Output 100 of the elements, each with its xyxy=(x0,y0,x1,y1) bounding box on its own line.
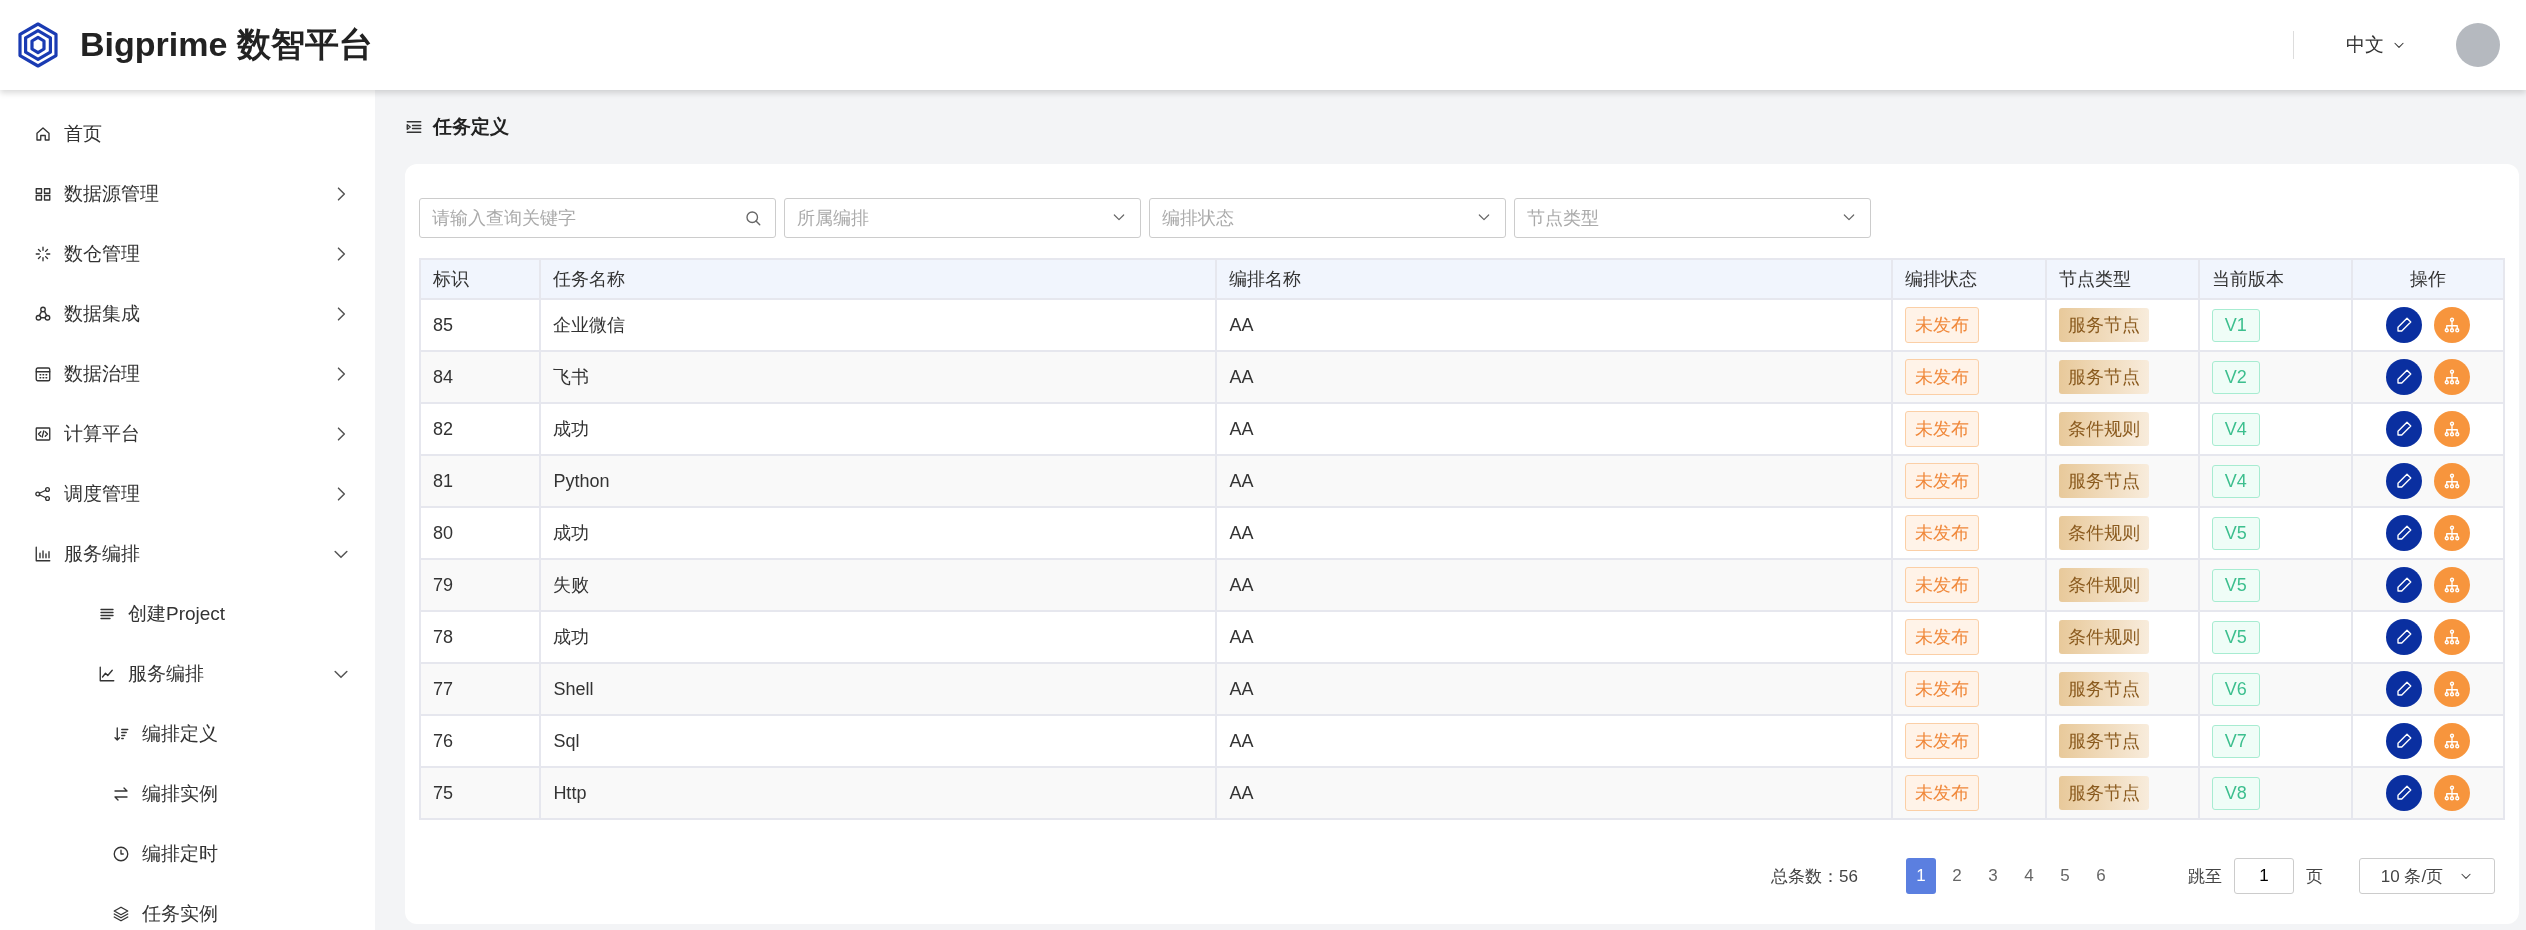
page-button[interactable]: 6 xyxy=(2086,858,2116,894)
status-tag: 未发布 xyxy=(1905,411,1980,447)
table-cell: 84 xyxy=(420,351,541,403)
select-field[interactable]: 节点类型 xyxy=(1514,198,1871,238)
sidebar-item[interactable]: 计算平台 xyxy=(0,404,375,464)
node-type-tag: 服务节点 xyxy=(2058,776,2149,810)
database-icon xyxy=(34,185,52,203)
edit-button[interactable] xyxy=(2386,307,2423,343)
edit-button[interactable] xyxy=(2386,775,2423,811)
pencil-icon xyxy=(2395,732,2414,750)
select-field[interactable]: 编排状态 xyxy=(1149,198,1506,238)
status-tag: 未发布 xyxy=(1905,307,1980,343)
column-header: 编排名称 xyxy=(1216,259,1893,299)
search-icon xyxy=(744,209,762,227)
edit-button[interactable] xyxy=(2386,619,2423,655)
edit-button[interactable] xyxy=(2386,515,2423,551)
hierarchy-button[interactable] xyxy=(2434,567,2471,603)
table-cell: 79 xyxy=(420,559,541,611)
sidebar-item[interactable]: 编排实例 xyxy=(0,764,375,824)
table-cell: AA xyxy=(1216,455,1893,507)
language-selector[interactable]: 中文 xyxy=(2340,28,2412,62)
sidebar-item[interactable]: 数据治理 xyxy=(0,344,375,404)
pencil-icon xyxy=(2395,784,2414,802)
page-unit-label: 页 xyxy=(2306,865,2323,888)
hierarchy-icon xyxy=(2443,316,2462,334)
edit-button[interactable] xyxy=(2386,463,2423,499)
sidebar-item[interactable]: 首页 xyxy=(0,104,375,164)
hierarchy-button[interactable] xyxy=(2434,723,2471,759)
hierarchy-icon xyxy=(2443,732,2462,750)
page-title: 任务定义 xyxy=(433,115,509,139)
indent-icon xyxy=(405,118,423,136)
bar-chart-icon xyxy=(34,545,52,563)
select-field[interactable]: 所属编排 xyxy=(784,198,1141,238)
page-button[interactable]: 2 xyxy=(1942,858,1972,894)
sidebar-item[interactable]: 编排定时 xyxy=(0,824,375,884)
sidebar-item[interactable]: 数仓管理 xyxy=(0,224,375,284)
version-tag: V5 xyxy=(2211,568,2260,602)
hierarchy-icon xyxy=(2443,680,2462,698)
sidebar-item[interactable]: 服务编排 xyxy=(0,644,375,704)
hierarchy-button[interactable] xyxy=(2434,463,2471,499)
page-size-selector[interactable]: 10 条/页 xyxy=(2359,858,2495,894)
column-header: 操作 xyxy=(2352,259,2504,299)
line-chart-icon xyxy=(98,665,116,683)
page-button[interactable]: 3 xyxy=(1978,858,2008,894)
code-icon xyxy=(34,425,52,443)
page-button[interactable]: 1 xyxy=(1906,858,1936,894)
version-tag: V4 xyxy=(2211,412,2260,446)
table-cell: 77 xyxy=(420,663,541,715)
nodes-icon xyxy=(34,305,52,323)
user-avatar[interactable] xyxy=(2456,23,2500,67)
sidebar-item[interactable]: 创建Project xyxy=(0,584,375,644)
page-button[interactable]: 5 xyxy=(2050,858,2080,894)
pencil-icon xyxy=(2395,628,2414,646)
sidebar-item[interactable]: 调度管理 xyxy=(0,464,375,524)
hierarchy-button[interactable] xyxy=(2434,359,2471,395)
jump-label: 跳至 xyxy=(2188,865,2222,888)
hierarchy-button[interactable] xyxy=(2434,671,2471,707)
table-cell: 81 xyxy=(420,455,541,507)
clock-icon xyxy=(112,845,130,863)
version-tag: V4 xyxy=(2211,464,2260,498)
edit-button[interactable] xyxy=(2386,411,2423,447)
search-field[interactable]: 请输入查询关键字 xyxy=(419,198,776,238)
status-tag: 未发布 xyxy=(1905,359,1980,395)
pencil-icon xyxy=(2395,680,2414,698)
hierarchy-button[interactable] xyxy=(2434,775,2471,811)
node-type-tag: 服务节点 xyxy=(2058,360,2149,394)
table-cell: Python xyxy=(540,455,1217,507)
edit-button[interactable] xyxy=(2386,359,2423,395)
status-tag: 未发布 xyxy=(1905,775,1980,811)
sidebar-item[interactable]: 数据集成 xyxy=(0,284,375,344)
sidebar-item[interactable]: 编排定义 xyxy=(0,704,375,764)
hierarchy-button[interactable] xyxy=(2434,619,2471,655)
status-tag: 未发布 xyxy=(1905,723,1980,759)
edit-button[interactable] xyxy=(2386,671,2423,707)
table-cell: AA xyxy=(1216,663,1893,715)
hierarchy-icon xyxy=(2443,576,2462,594)
hierarchy-icon xyxy=(2443,368,2462,386)
table-cell: 失败 xyxy=(540,559,1217,611)
hierarchy-button[interactable] xyxy=(2434,515,2471,551)
pencil-icon xyxy=(2395,472,2414,490)
page-button[interactable]: 4 xyxy=(2014,858,2044,894)
table-cell: AA xyxy=(1216,559,1893,611)
node-type-tag: 条件规则 xyxy=(2058,412,2149,446)
pencil-icon xyxy=(2395,420,2414,438)
sidebar-item[interactable]: 服务编排 xyxy=(0,524,375,584)
edit-button[interactable] xyxy=(2386,723,2423,759)
hierarchy-button[interactable] xyxy=(2434,411,2471,447)
node-type-tag: 服务节点 xyxy=(2058,724,2149,758)
column-header: 当前版本 xyxy=(2198,259,2353,299)
version-tag: V2 xyxy=(2211,360,2260,394)
page-jump-field[interactable]: 1 xyxy=(2234,858,2294,894)
pencil-icon xyxy=(2395,524,2414,542)
table-cell: 飞书 xyxy=(540,351,1217,403)
sidebar-item[interactable]: 数据源管理 xyxy=(0,164,375,224)
node-type-tag: 服务节点 xyxy=(2058,672,2149,706)
layers-icon xyxy=(112,905,130,923)
pencil-icon xyxy=(2395,368,2414,386)
edit-button[interactable] xyxy=(2386,567,2423,603)
hierarchy-button[interactable] xyxy=(2434,307,2471,343)
sidebar-item[interactable]: 任务实例 xyxy=(0,884,375,930)
